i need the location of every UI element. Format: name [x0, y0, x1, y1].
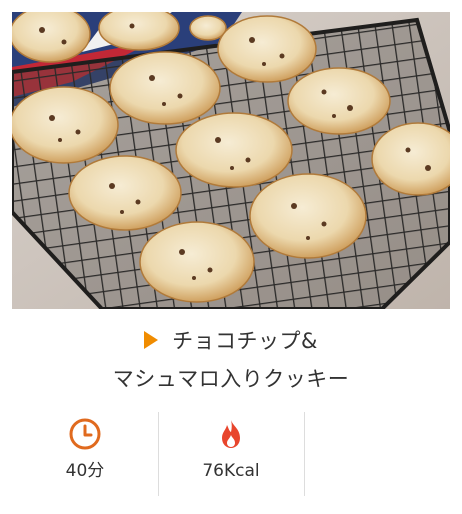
play-icon — [144, 331, 159, 349]
calories-stat: 76Kcal — [158, 412, 304, 496]
stat-divider — [158, 412, 159, 496]
clock-icon — [68, 417, 102, 451]
recipe-card[interactable]: チョコチップ& マシュマロ入りクッキー 40分 76Kcal — [0, 0, 462, 514]
calories-value: 76Kcal — [202, 461, 260, 481]
recipe-title-line-2: マシュマロ入りクッキー — [112, 367, 350, 391]
cooking-time-stat: 40分 — [12, 412, 158, 496]
recipe-photo[interactable] — [12, 12, 450, 309]
empty-stat — [304, 412, 450, 496]
recipe-title[interactable]: チョコチップ& マシュマロ入りクッキー — [0, 322, 462, 398]
recipe-title-text-1: チョコチップ& — [172, 329, 318, 353]
cooking-time-value: 40分 — [65, 461, 105, 481]
recipe-stats: 40分 76Kcal — [12, 412, 450, 496]
fire-icon — [214, 417, 248, 451]
recipe-title-line-1: チョコチップ& — [0, 322, 462, 360]
stat-divider — [304, 412, 305, 496]
